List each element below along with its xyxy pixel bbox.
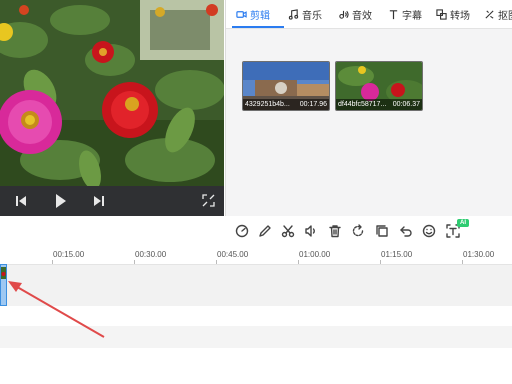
cutout-icon [485, 9, 494, 19]
text-icon [389, 9, 398, 19]
volume-icon[interactable] [303, 223, 319, 239]
emoji-icon[interactable] [421, 223, 437, 239]
clip-filename: 4329251b4b... [245, 101, 290, 108]
music-icon [288, 8, 299, 20]
tick-label: 01:15.00 [381, 250, 413, 259]
sound-effect-icon [339, 10, 349, 19]
tab-bar: 剪辑 音乐 音效 字幕 转场 抠图 [226, 0, 512, 29]
video-clip-icon [236, 10, 247, 18]
tick-label: 00:30.00 [135, 250, 167, 259]
tick-label: 01:30.00 [463, 250, 495, 259]
play-icon[interactable] [55, 193, 67, 214]
annotation-arrow-icon [8, 281, 105, 338]
tab-label: 剪辑 [250, 10, 270, 22]
tab-edit[interactable]: 剪辑 [236, 0, 270, 28]
video-frame [0, 0, 224, 186]
active-tab-indicator [232, 26, 284, 28]
tab-transitions[interactable]: 转场 [436, 0, 470, 28]
tick-label: 00:15.00 [53, 250, 85, 259]
clip-info: 4329251b4b... 00:17.96 [243, 99, 329, 110]
next-frame-icon[interactable] [93, 194, 105, 213]
transition-icon [436, 8, 447, 20]
rotate-icon[interactable] [350, 223, 366, 239]
tab-label: 字幕 [402, 10, 422, 22]
tab-subtitles[interactable]: 字幕 [388, 0, 422, 28]
media-clip[interactable]: df44bfc58717... 00:06.37 [335, 61, 423, 111]
tab-label: 音乐 [302, 10, 322, 22]
prev-frame-icon[interactable] [15, 194, 27, 213]
player-controls [0, 186, 224, 216]
media-clip[interactable]: 4329251b4b... 00:17.96 [242, 61, 330, 111]
tab-music[interactable]: 音乐 [288, 0, 322, 28]
tab-sound-effects[interactable]: 音效 [338, 0, 372, 28]
media-panel: 剪辑 音乐 音效 字幕 转场 抠图 [225, 0, 512, 216]
copy-icon[interactable] [374, 223, 390, 239]
tab-label: 抠图 [498, 10, 512, 22]
undo-icon[interactable] [398, 223, 414, 239]
fullscreen-icon[interactable] [202, 194, 215, 212]
clip-filename: df44bfc58717... [338, 101, 387, 108]
tab-label: 音效 [352, 10, 372, 22]
edit-toolbar: AI [0, 216, 512, 246]
clip-duration: 00:17.96 [299, 101, 327, 108]
tab-label: 转场 [450, 10, 470, 22]
speed-icon[interactable] [234, 223, 250, 239]
video-preview[interactable] [0, 0, 224, 216]
clip-duration: 00:06.37 [392, 101, 420, 108]
tab-cutout[interactable]: 抠图 [484, 0, 512, 28]
scissors-icon[interactable] [280, 223, 296, 239]
clip-info: df44bfc58717... 00:06.37 [336, 99, 422, 110]
timeline-ruler[interactable]: 00:15.00 00:30.00 00:45.00 01:00.00 01:1… [0, 246, 512, 264]
ai-badge: AI [457, 219, 469, 227]
tick-label: 01:00.00 [299, 250, 331, 259]
tick-label: 00:45.00 [217, 250, 249, 259]
pen-icon[interactable] [257, 223, 273, 239]
delete-icon[interactable] [327, 223, 343, 239]
